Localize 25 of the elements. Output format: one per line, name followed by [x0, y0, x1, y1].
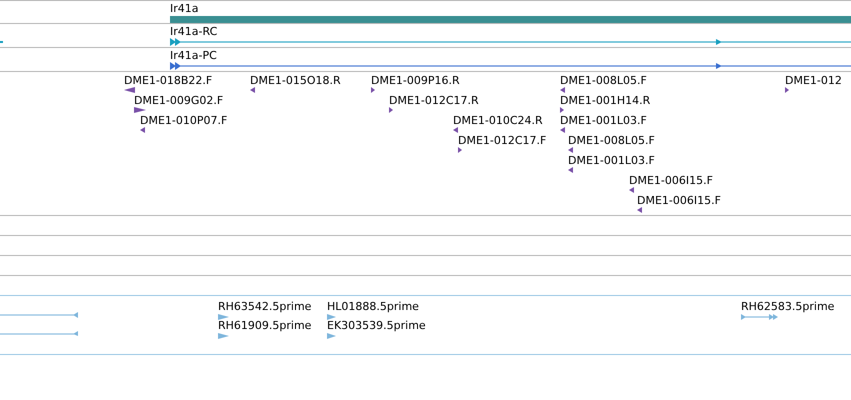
probe-label: DME1-009G02.F — [134, 94, 224, 107]
gene-label: Ir41a — [170, 2, 199, 15]
transcript-edge-icon — [0, 41, 3, 43]
est-label: RH62583.5prime — [741, 300, 834, 313]
probe-label: DME1-018B22.F — [124, 74, 212, 87]
est-label: EK303539.5prime — [327, 319, 426, 332]
probe-label: DME1-009P16.R — [371, 74, 460, 87]
probe-label: DME1-006I15.F — [629, 174, 713, 187]
est-label: RH61909.5prime — [218, 319, 312, 332]
probe-label: DME1-012C17.F — [458, 134, 546, 147]
probe-label: DME1-001L03.F — [568, 154, 655, 167]
probe-label: DME1-010C24.R — [453, 114, 543, 127]
probe-label: DME1-012C17.R — [389, 94, 479, 107]
probe-label: DME1-008L05.F — [568, 134, 655, 147]
probe-label: DME1-008L05.F — [560, 74, 647, 87]
probe-label: DME1-012 — [785, 74, 842, 87]
est-label: HL01888.5prime — [327, 300, 419, 313]
transcript-label: Ir41a-RC — [170, 25, 218, 38]
probe-label: DME1-010P07.F — [140, 114, 228, 127]
probe-label: DME1-015O18.R — [250, 74, 341, 87]
est-label: RH63542.5prime — [218, 300, 312, 313]
transcript-label: Ir41a-PC — [170, 49, 217, 62]
probe-label: DME1-001H14.R — [560, 94, 650, 107]
probe-label: DME1-006I15.F — [637, 194, 721, 207]
probe-label: DME1-001L03.F — [560, 114, 647, 127]
